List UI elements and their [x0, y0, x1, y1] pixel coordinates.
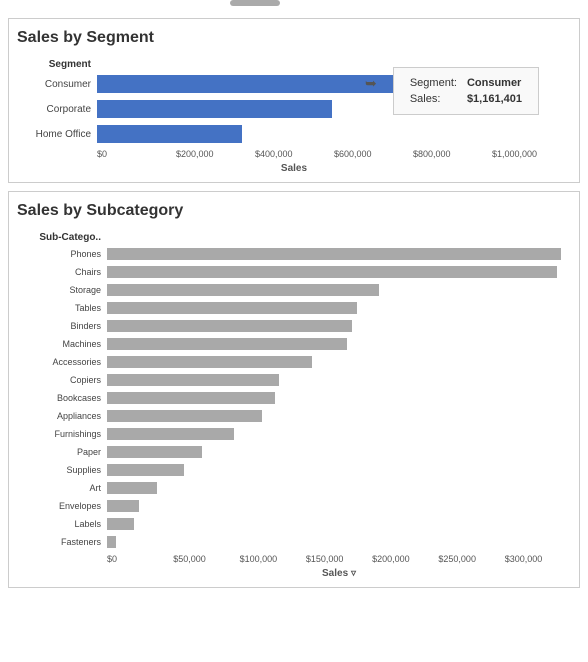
- sub-label-binders: Binders: [17, 321, 107, 331]
- sub-label-appliances: Appliances: [17, 411, 107, 421]
- segment-x-axis: $0 $200,000 $400,000 $600,000 $800,000 $…: [97, 149, 571, 159]
- sub-bar-labels[interactable]: [107, 518, 134, 530]
- sub-bar-copiers[interactable]: [107, 374, 279, 386]
- scrollbar-handle[interactable]: [230, 0, 280, 6]
- sub-row-accessories[interactable]: Accessories: [17, 354, 571, 370]
- sub-bar-appliances[interactable]: [107, 410, 262, 422]
- sub-x-tick-2: $100,000: [240, 554, 306, 564]
- sub-bar-binders[interactable]: [107, 320, 352, 332]
- sub-row-copiers[interactable]: Copiers: [17, 372, 571, 388]
- sub-label-fasteners: Fasteners: [17, 537, 107, 547]
- sub-x-axis: $0 $50,000 $100,000 $150,000 $200,000 $2…: [107, 554, 571, 564]
- sub-label-accessories: Accessories: [17, 357, 107, 367]
- x-tick-0: $0: [97, 149, 176, 159]
- x-tick-5: $1,000,000: [492, 149, 571, 159]
- sub-row-machines[interactable]: Machines: [17, 336, 571, 352]
- sub-label-paper: Paper: [17, 447, 107, 457]
- sub-bar-envelopes[interactable]: [107, 500, 139, 512]
- segment-chart-title: Sales by Segment: [17, 29, 571, 47]
- sub-row-labels[interactable]: Labels: [17, 516, 571, 532]
- sub-row-storage[interactable]: Storage: [17, 282, 571, 298]
- sub-bar-chairs[interactable]: [107, 266, 557, 278]
- sub-label-envelopes: Envelopes: [17, 501, 107, 511]
- sub-row-paper[interactable]: Paper: [17, 444, 571, 460]
- sub-x-tick-4: $200,000: [372, 554, 438, 564]
- sub-label-labels: Labels: [17, 519, 107, 529]
- sub-label-bookcases: Bookcases: [17, 393, 107, 403]
- segment-row-homeoffice[interactable]: Home Office: [17, 123, 571, 145]
- sub-row-envelopes[interactable]: Envelopes: [17, 498, 571, 514]
- segment-label-corporate: Corporate: [17, 104, 97, 115]
- sub-label-furnishings: Furnishings: [17, 429, 107, 439]
- sub-bar-tables[interactable]: [107, 302, 357, 314]
- sub-bar-art[interactable]: [107, 482, 157, 494]
- sub-label-machines: Machines: [17, 339, 107, 349]
- segment-label-consumer: Consumer: [17, 79, 97, 90]
- sub-label-chairs: Chairs: [17, 267, 107, 277]
- sub-row-furnishings[interactable]: Furnishings: [17, 426, 571, 442]
- sub-bar-bookcases[interactable]: [107, 392, 275, 404]
- tooltip-box: Segment: Consumer Sales: $1,161,401: [393, 67, 539, 115]
- x-tick-4: $800,000: [413, 149, 492, 159]
- sub-row-appliances[interactable]: Appliances: [17, 408, 571, 424]
- segment-bar-corporate[interactable]: [97, 100, 332, 118]
- x-tick-3: $600,000: [334, 149, 413, 159]
- sub-row-fasteners[interactable]: Fasteners: [17, 534, 571, 550]
- sub-x-tick-5: $250,000: [438, 554, 504, 564]
- subcategory-chart-section: Sales by Subcategory Sub-Catego.. Phones…: [8, 191, 580, 588]
- subcategory-bar-chart: Sub-Catego.. Phones Chairs Storage Table…: [17, 228, 571, 579]
- x-tick-1: $200,000: [176, 149, 255, 159]
- sub-row-art[interactable]: Art: [17, 480, 571, 496]
- sub-bar-phones[interactable]: [107, 248, 561, 260]
- sub-bar-machines[interactable]: [107, 338, 347, 350]
- sub-x-tick-1: $50,000: [173, 554, 239, 564]
- sub-column-header: Sub-Catego..: [17, 232, 107, 243]
- segment-label-homeoffice: Home Office: [17, 129, 97, 140]
- sub-row-supplies[interactable]: Supplies: [17, 462, 571, 478]
- sub-bar-furnishings[interactable]: [107, 428, 234, 440]
- segment-chart-section: Sales by Segment Segment Consumer Corpor…: [8, 18, 580, 183]
- sub-bar-paper[interactable]: [107, 446, 202, 458]
- tooltip-segment-label: Segment:: [406, 76, 461, 90]
- tooltip-sales-label: Sales:: [406, 92, 461, 106]
- sub-label-storage: Storage: [17, 285, 107, 295]
- tooltip-segment-value: Consumer: [463, 76, 526, 90]
- tooltip-table: Segment: Consumer Sales: $1,161,401: [404, 74, 528, 108]
- sort-icon[interactable]: ▿: [351, 568, 356, 579]
- sub-x-tick-0: $0: [107, 554, 173, 564]
- sub-label-art: Art: [17, 483, 107, 493]
- sub-row-phones[interactable]: Phones: [17, 246, 571, 262]
- sub-bar-accessories[interactable]: [107, 356, 312, 368]
- tooltip-sales-value: $1,161,401: [463, 92, 526, 106]
- sub-label-phones: Phones: [17, 249, 107, 259]
- sub-x-tick-6: $300,000: [505, 554, 571, 564]
- sub-row-chairs[interactable]: Chairs: [17, 264, 571, 280]
- sub-bar-supplies[interactable]: [107, 464, 184, 476]
- sub-row-binders[interactable]: Binders: [17, 318, 571, 334]
- sub-x-tick-3: $150,000: [306, 554, 372, 564]
- sub-row-tables[interactable]: Tables: [17, 300, 571, 316]
- sub-label-supplies: Supplies: [17, 465, 107, 475]
- x-tick-2: $400,000: [255, 149, 334, 159]
- sub-label-tables: Tables: [17, 303, 107, 313]
- sub-bar-storage[interactable]: [107, 284, 379, 296]
- sub-bar-fasteners[interactable]: [107, 536, 116, 548]
- sub-row-bookcases[interactable]: Bookcases: [17, 390, 571, 406]
- sub-label-copiers: Copiers: [17, 375, 107, 385]
- sub-x-axis-label: Sales ▿: [107, 568, 571, 579]
- segment-x-axis-label: Sales: [17, 163, 571, 174]
- segment-column-header: Segment: [17, 59, 97, 70]
- sub-header-row: Sub-Catego..: [17, 228, 571, 246]
- segment-bar-homeoffice[interactable]: [97, 125, 242, 143]
- subcategory-chart-title: Sales by Subcategory: [17, 202, 571, 220]
